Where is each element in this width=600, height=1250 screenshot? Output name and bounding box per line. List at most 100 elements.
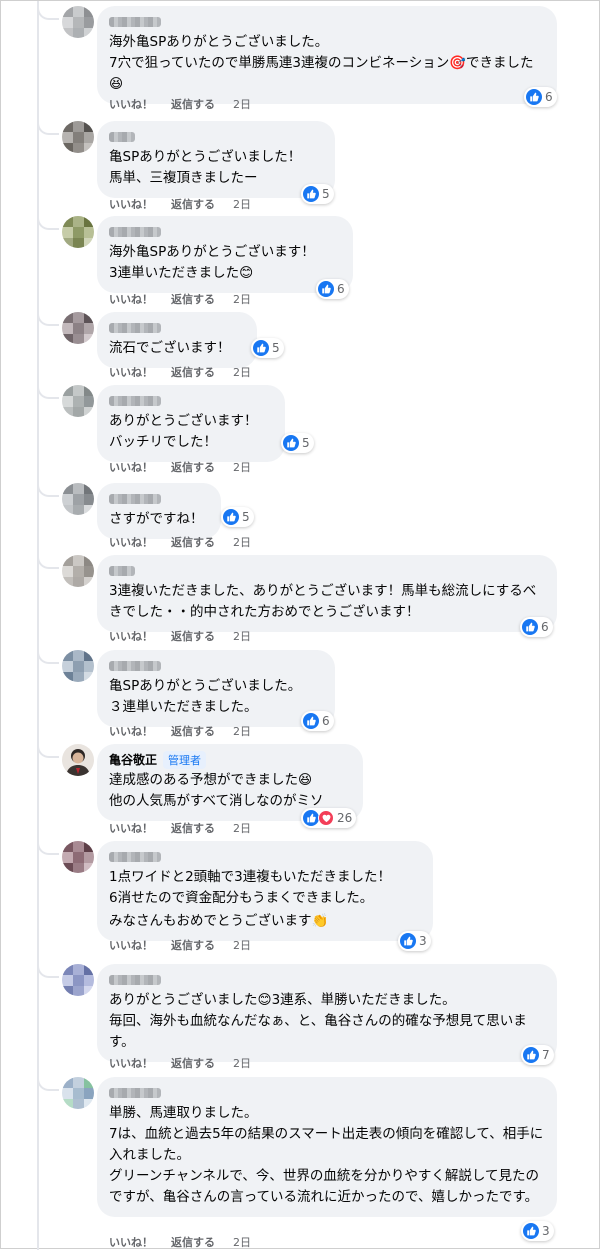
like-button[interactable]: いいね！: [109, 628, 153, 644]
comment-text: ありがとうございます！ バッチリでした！: [109, 413, 258, 450]
reaction-summary[interactable]: 5: [301, 184, 334, 204]
like-button[interactable]: いいね！: [109, 364, 153, 380]
reaction-summary[interactable]: 5: [221, 507, 254, 527]
reaction-count: 6: [322, 714, 330, 728]
avatar[interactable]: [62, 1077, 94, 1109]
comment-author[interactable]: 亀谷敬正: [109, 751, 157, 768]
blurred-author-name[interactable]: [109, 493, 161, 504]
comment-timestamp[interactable]: 2日: [233, 1055, 251, 1071]
blurred-author-name[interactable]: [109, 851, 161, 862]
comment-bubble: ありがとうございます！ バッチリでした！: [97, 385, 285, 462]
reaction-summary[interactable]: 6: [524, 87, 557, 107]
comment-actions: いいね！ 返信する 2日: [109, 723, 251, 739]
avatar[interactable]: [62, 216, 94, 248]
avatar[interactable]: [62, 312, 94, 344]
avatar[interactable]: [62, 964, 94, 996]
like-icon: [318, 281, 334, 297]
like-icon: [523, 1047, 539, 1063]
reply-button[interactable]: 返信する: [171, 96, 215, 112]
like-button[interactable]: いいね！: [109, 820, 153, 836]
comment-timestamp[interactable]: 2日: [233, 534, 251, 550]
comment-timestamp[interactable]: 2日: [233, 1234, 251, 1250]
comment-actions: いいね！ 返信する 2日: [109, 937, 251, 953]
comment-timestamp[interactable]: 2日: [233, 196, 251, 212]
blurred-author-name[interactable]: [109, 565, 135, 576]
like-button[interactable]: いいね！: [109, 1055, 153, 1071]
comment-timestamp[interactable]: 2日: [233, 628, 251, 644]
like-button[interactable]: いいね！: [109, 196, 153, 212]
reaction-summary[interactable]: 5: [251, 338, 284, 358]
reaction-summary[interactable]: 6: [520, 617, 553, 637]
thread-connector: [37, 744, 59, 758]
like-button[interactable]: いいね！: [109, 937, 153, 953]
comment-timestamp[interactable]: 2日: [233, 459, 251, 475]
reaction-count: 6: [541, 620, 549, 634]
blurred-author-name[interactable]: [109, 131, 135, 142]
admin-badge: 管理者: [163, 750, 207, 769]
blurred-author-name[interactable]: [109, 660, 161, 671]
avatar[interactable]: [62, 6, 94, 38]
reaction-summary[interactable]: 3: [521, 1221, 554, 1241]
comment-timestamp[interactable]: 2日: [233, 723, 251, 739]
comment-actions: いいね！ 返信する 2日: [109, 96, 251, 112]
reply-button[interactable]: 返信する: [171, 364, 215, 380]
avatar[interactable]: [62, 555, 94, 587]
blurred-author-name[interactable]: [109, 16, 161, 27]
comment-bubble: 亀SPありがとうございました！ 馬単、三複頂きましたー: [97, 121, 335, 198]
comment-timestamp[interactable]: 2日: [233, 291, 251, 307]
blurred-author-name[interactable]: [109, 1087, 161, 1098]
reaction-count: 6: [337, 282, 345, 296]
avatar[interactable]: [62, 121, 94, 153]
comment-timestamp[interactable]: 2日: [233, 364, 251, 380]
blurred-author-name[interactable]: [109, 226, 161, 237]
reply-button[interactable]: 返信する: [171, 937, 215, 953]
reply-button[interactable]: 返信する: [171, 534, 215, 550]
reaction-summary[interactable]: 7: [521, 1045, 554, 1065]
like-icon: [283, 435, 299, 451]
avatar[interactable]: [62, 841, 94, 873]
reaction-summary[interactable]: 6: [316, 279, 349, 299]
reply-button[interactable]: 返信する: [171, 628, 215, 644]
reply-button[interactable]: 返信する: [171, 1234, 215, 1250]
like-button[interactable]: いいね！: [109, 96, 153, 112]
comment-text: 1点ワイドと2頭軸で3連複もいただきました！ 6消せたので資金配分もうまくできま…: [109, 869, 391, 906]
comment-timestamp[interactable]: 2日: [233, 820, 251, 836]
thread-line: [37, 1, 39, 1250]
comment-bubble: 亀SPありがとうございました。 ３連単いただきました。: [97, 650, 335, 727]
blurred-author-name[interactable]: [109, 395, 161, 406]
thread-connector: [37, 121, 59, 135]
comment-actions: いいね！ 返信する 2日: [109, 291, 251, 307]
thread-connector: [37, 312, 59, 326]
reply-button[interactable]: 返信する: [171, 723, 215, 739]
admin-avatar[interactable]: [62, 744, 94, 776]
reaction-count: 26: [337, 811, 353, 825]
comment-actions: いいね！ 返信する 2日: [109, 459, 251, 475]
like-icon: [303, 810, 319, 826]
comment-bubble: 流石でございます！: [97, 312, 257, 368]
reply-button[interactable]: 返信する: [171, 196, 215, 212]
comment-timestamp[interactable]: 2日: [233, 937, 251, 953]
reaction-summary[interactable]: 3: [398, 931, 431, 951]
like-button[interactable]: いいね！: [109, 459, 153, 475]
thread-connector: [37, 650, 59, 664]
like-button[interactable]: いいね！: [109, 1234, 153, 1250]
reply-button[interactable]: 返信する: [171, 459, 215, 475]
reply-button[interactable]: 返信する: [171, 291, 215, 307]
avatar[interactable]: [62, 650, 94, 682]
comment-actions: いいね！ 返信する 2日: [109, 820, 251, 836]
reaction-summary[interactable]: 26: [301, 808, 357, 828]
like-button[interactable]: いいね！: [109, 291, 153, 307]
like-button[interactable]: いいね！: [109, 723, 153, 739]
avatar[interactable]: [62, 385, 94, 417]
like-button[interactable]: いいね！: [109, 534, 153, 550]
comment-text: 単勝、馬連取りました。 7は、血統と過去5年の結果のスマート出走表の傾向を確認し…: [109, 1105, 544, 1205]
reply-button[interactable]: 返信する: [171, 820, 215, 836]
reaction-summary[interactable]: 6: [301, 711, 334, 731]
avatar[interactable]: [62, 483, 94, 515]
comment-timestamp[interactable]: 2日: [233, 96, 251, 112]
reply-button[interactable]: 返信する: [171, 1055, 215, 1071]
blurred-author-name[interactable]: [109, 974, 161, 985]
reaction-summary[interactable]: 5: [281, 433, 314, 453]
blurred-author-name[interactable]: [109, 322, 161, 333]
comment-actions: いいね！ 返信する 2日: [109, 1234, 251, 1250]
